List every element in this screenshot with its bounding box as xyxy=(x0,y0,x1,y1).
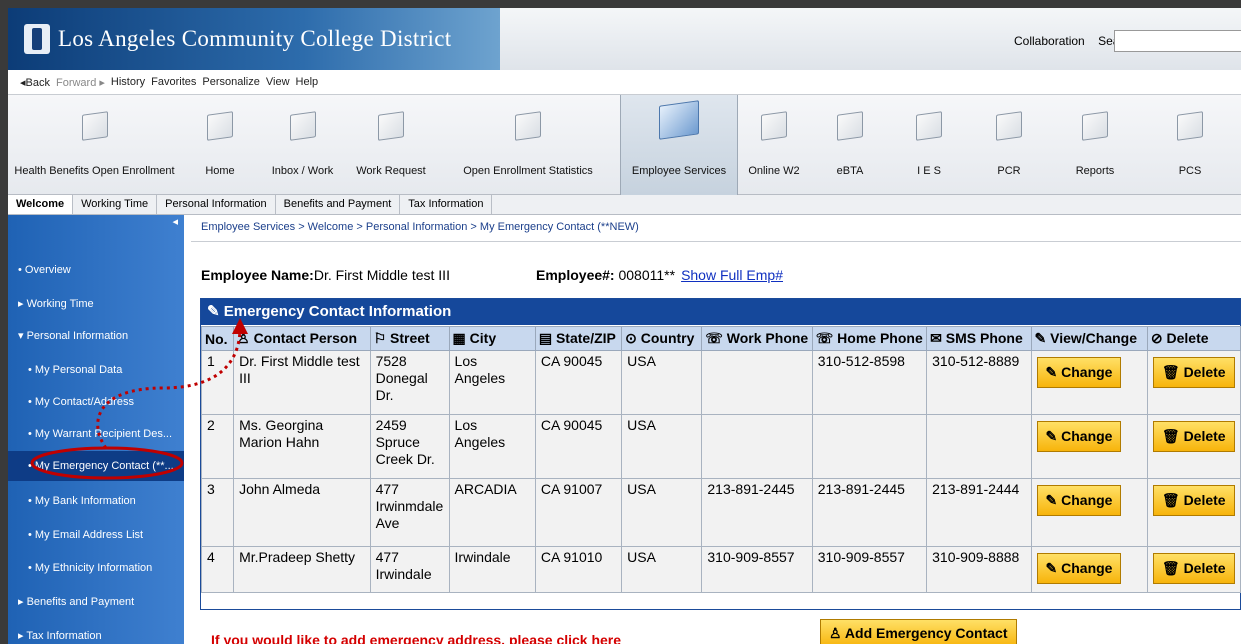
folder-icon xyxy=(81,111,108,141)
col-no: No. xyxy=(200,326,235,351)
tab-inbox-work[interactable]: Inbox / Work xyxy=(259,95,346,195)
change-button[interactable]: ✎ Change xyxy=(1036,421,1122,452)
collaboration-link[interactable]: Collaboration xyxy=(1014,34,1085,48)
tab-employee-services[interactable]: Employee Services xyxy=(620,95,738,195)
delete-button[interactable]: 🗑 Delete xyxy=(1152,357,1235,388)
col-country: ⊙ Country xyxy=(621,326,703,351)
sidebar: ◂ • Overview ▸ Working Time ▾ Personal I… xyxy=(8,215,184,644)
col-home-phone: ☏ Home Phone xyxy=(811,326,928,351)
folder-icon xyxy=(761,111,787,141)
menu-bar: ◂Back Forward ▸ History Favorites Person… xyxy=(8,70,1241,95)
change-button[interactable]: ✎ Change xyxy=(1036,553,1122,584)
tab-ebta[interactable]: eBTA xyxy=(810,95,890,195)
folder-icon xyxy=(378,111,404,141)
subtab-working-time[interactable]: Working Time xyxy=(73,195,158,214)
personalize-link[interactable]: Personalize xyxy=(202,76,259,88)
show-full-emp-link[interactable]: Show Full Emp# xyxy=(681,267,783,283)
folder-icon xyxy=(515,111,541,141)
app-window: Los Angeles Community College District C… xyxy=(8,8,1241,644)
view-link[interactable]: View xyxy=(266,76,290,88)
folder-icon xyxy=(207,111,233,141)
back-link[interactable]: ◂Back xyxy=(20,76,50,89)
seal-icon xyxy=(24,24,50,54)
change-button[interactable]: ✎ Change xyxy=(1036,357,1122,388)
sidebar-item-personal-data[interactable]: • My Personal Data xyxy=(8,355,184,385)
col-contact-person: ♙ Contact Person xyxy=(233,326,371,351)
tab-work-request[interactable]: Work Request xyxy=(346,95,436,195)
subtab-benefits-payment[interactable]: Benefits and Payment xyxy=(276,195,401,214)
tab-health-benefits[interactable]: Health Benefits Open Enrollment xyxy=(8,95,181,195)
favorites-link[interactable]: Favorites xyxy=(151,76,196,88)
subtab-personal-information[interactable]: Personal Information xyxy=(157,195,276,214)
subtab-welcome[interactable]: Welcome xyxy=(8,195,74,214)
tab-pcs[interactable]: PCS xyxy=(1140,95,1240,195)
history-link[interactable]: History xyxy=(111,76,145,88)
sidebar-item-warrant-recipient[interactable]: • My Warrant Recipient Des... xyxy=(8,419,184,449)
col-sms-phone: ✉ SMS Phone xyxy=(926,326,1032,351)
subtab-tax-information[interactable]: Tax Information xyxy=(400,195,493,214)
emergency-contact-panel: ✎ Emergency Contact Information No. ♙ Co… xyxy=(200,298,1241,610)
tab-reports[interactable]: Reports xyxy=(1050,95,1140,195)
table-row: 3 John Almeda 477 Irwinmdale Ave ARCADIA CA … xyxy=(200,478,1241,547)
breadcrumb[interactable]: Employee Services > Welcome > Personal I… xyxy=(201,221,639,233)
district-logo: Los Angeles Community College District xyxy=(8,8,500,70)
top-nav-tabs: Health Benefits Open Enrollment Home Inb… xyxy=(8,95,1241,195)
table-row: 2 Ms. Georgina Marion Hahn 2459 Spruce Cre… xyxy=(200,414,1241,479)
sidebar-item-working-time[interactable]: ▸ Working Time xyxy=(8,289,184,319)
folder-icon xyxy=(916,111,942,141)
sub-nav-tabs: Welcome Working Time Personal Informatio… xyxy=(8,195,1241,215)
col-street: ⚐ Street xyxy=(369,326,450,351)
search-input[interactable] xyxy=(1114,30,1241,52)
folder-open-icon xyxy=(659,100,699,140)
sidebar-item-contact-address[interactable]: • My Contact/Address xyxy=(8,387,184,417)
col-state-zip: ▤ State/ZIP xyxy=(534,326,623,351)
change-button[interactable]: ✎ Change xyxy=(1036,485,1122,516)
emergency-contact-table: No. ♙ Contact Person ⚐ Street ▦ City ▤ S… xyxy=(200,326,1241,593)
tab-pcr[interactable]: PCR xyxy=(968,95,1050,195)
add-emergency-contact-button[interactable]: ♙ Add Emergency Contact xyxy=(820,619,1017,644)
forward-link[interactable]: Forward ▸ xyxy=(56,76,105,89)
portal-title: Los Angeles Community College District xyxy=(58,26,452,51)
sidebar-item-bank-information[interactable]: • My Bank Information xyxy=(8,486,184,516)
add-address-note: If you would like to add emergency addre… xyxy=(211,632,622,644)
tab-home[interactable]: Home xyxy=(181,95,259,195)
delete-button[interactable]: 🗑 Delete xyxy=(1152,553,1235,584)
col-work-phone: ☏ Work Phone xyxy=(701,326,813,351)
folder-icon xyxy=(289,111,316,141)
sidebar-item-benefits-payment[interactable]: ▸ Benefits and Payment xyxy=(8,587,184,617)
col-delete: ⊘ Delete xyxy=(1146,326,1241,351)
help-link[interactable]: Help xyxy=(296,76,319,88)
col-city: ▦ City xyxy=(448,326,536,351)
collapse-sidebar-icon[interactable]: ◂ xyxy=(8,215,184,233)
breadcrumb-divider xyxy=(191,241,1241,242)
panel-header: ✎ Emergency Contact Information xyxy=(201,299,1240,325)
tab-open-enrollment-statistics[interactable]: Open Enrollment Statistics xyxy=(436,95,620,195)
main-content: Employee Services > Welcome > Personal I… xyxy=(191,215,1241,644)
sidebar-item-personal-information[interactable]: ▾ Personal Information xyxy=(8,321,184,351)
folder-icon xyxy=(1082,111,1108,141)
folder-icon xyxy=(996,111,1022,141)
folder-icon xyxy=(1177,111,1203,141)
sidebar-item-tax-information[interactable]: ▸ Tax Information xyxy=(8,621,184,644)
employee-number: Employee#: 008011** Show Full Emp# xyxy=(536,267,783,283)
sidebar-item-overview[interactable]: • Overview xyxy=(8,255,184,285)
folder-icon xyxy=(837,111,863,141)
tab-online-w2[interactable]: Online W2 xyxy=(738,95,810,195)
table-row: 1 Dr. First Middle test III 7528 Donegal D… xyxy=(200,350,1241,415)
delete-button[interactable]: 🗑 Delete xyxy=(1152,485,1235,516)
table-row: 4 Mr.Pradeep Shetty 477 Irwindale Irwindale… xyxy=(200,546,1241,593)
sidebar-item-ethnicity-information[interactable]: • My Ethnicity Information xyxy=(8,553,184,583)
tab-ies[interactable]: I E S xyxy=(890,95,968,195)
employee-name: Employee Name:Dr. First Middle test III xyxy=(201,267,450,283)
sidebar-item-emergency-contact[interactable]: • My Emergency Contact (**... xyxy=(8,451,184,481)
col-view-change: ✎ View/Change xyxy=(1030,326,1148,351)
banner: Los Angeles Community College District C… xyxy=(8,8,1241,70)
sidebar-item-email-address-list[interactable]: • My Email Address List xyxy=(8,520,184,550)
delete-button[interactable]: 🗑 Delete xyxy=(1152,421,1235,452)
